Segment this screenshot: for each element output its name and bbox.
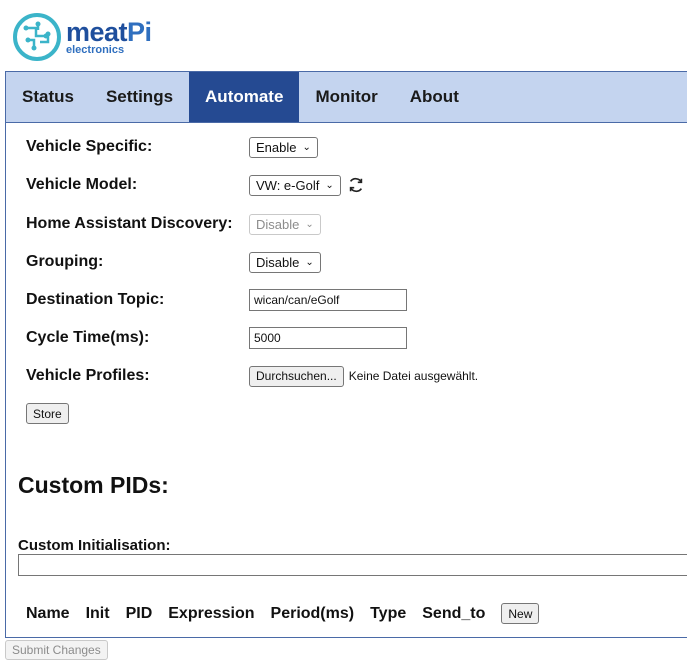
custom-init-label: Custom Initialisation: xyxy=(18,537,171,554)
column-expression: Expression xyxy=(168,604,255,622)
cycle-time-label: Cycle Time(ms): xyxy=(26,329,150,346)
tab-settings[interactable]: Settings xyxy=(90,72,189,122)
column-period: Period(ms) xyxy=(270,604,355,622)
destination-topic-label: Destination Topic: xyxy=(26,291,165,308)
vehicle-specific-select[interactable]: Enable ⌄ xyxy=(249,136,318,158)
vehicle-specific-label: Vehicle Specific: xyxy=(26,138,153,155)
tab-about[interactable]: About xyxy=(394,72,475,122)
chevron-down-icon: ⌄ xyxy=(325,179,334,191)
destination-topic-row: Destination Topic: wican/can/eGolf xyxy=(26,288,407,312)
tab-status[interactable]: Status xyxy=(6,72,90,122)
main-panel: Status Settings Automate Monitor About V… xyxy=(5,71,687,638)
vehicle-specific-row: Vehicle Specific: Enable ⌄ xyxy=(26,135,318,159)
grouping-row: Grouping: Disable ⌄ xyxy=(26,250,321,274)
vehicle-profiles-row: Vehicle Profiles: Durchsuchen... Keine D… xyxy=(26,364,478,388)
refresh-icon[interactable] xyxy=(347,176,365,194)
ha-discovery-label: Home Assistant Discovery: xyxy=(26,215,233,232)
submit-changes-button: Submit Changes xyxy=(5,640,108,660)
column-type: Type xyxy=(370,604,407,622)
circuit-logo-icon xyxy=(13,13,61,61)
meatpi-logo: meatPi electronics xyxy=(12,12,152,62)
logo-wordmark: meatPi electronics xyxy=(66,16,152,56)
chevron-down-icon: ⌄ xyxy=(305,218,314,230)
column-init: Init xyxy=(85,604,110,622)
vehicle-model-select[interactable]: VW: e-Golf ⌄ xyxy=(249,174,341,196)
pid-table-header: Name Init PID Expression Period(ms) Type… xyxy=(26,603,540,624)
cycle-time-input[interactable]: 5000 xyxy=(249,327,407,349)
tab-monitor[interactable]: Monitor xyxy=(299,72,393,122)
destination-topic-input[interactable]: wican/can/eGolf xyxy=(249,289,407,311)
chevron-down-icon: ⌄ xyxy=(302,141,311,153)
tab-automate[interactable]: Automate xyxy=(189,72,300,122)
store-button[interactable]: Store xyxy=(26,403,69,424)
chevron-down-icon: ⌄ xyxy=(305,256,314,268)
ha-discovery-select: Disable ⌄ xyxy=(249,213,321,235)
grouping-label: Grouping: xyxy=(26,253,104,270)
nav-bar: Status Settings Automate Monitor About xyxy=(6,72,687,123)
column-pid: PID xyxy=(125,604,153,622)
logo-brand: meatPi xyxy=(66,16,152,47)
column-name: Name xyxy=(26,604,70,622)
custom-init-input[interactable] xyxy=(18,554,687,576)
cycle-time-row: Cycle Time(ms): 5000 xyxy=(26,326,407,350)
browse-file-button[interactable]: Durchsuchen... xyxy=(249,365,344,387)
vehicle-model-label: Vehicle Model: xyxy=(26,176,138,193)
vehicle-model-row: Vehicle Model: VW: e-Golf ⌄ xyxy=(26,173,365,197)
grouping-select[interactable]: Disable ⌄ xyxy=(249,251,321,273)
vehicle-profiles-label: Vehicle Profiles: xyxy=(26,367,150,384)
column-send-to: Send_to xyxy=(422,604,486,622)
new-pid-button[interactable]: New xyxy=(501,603,540,624)
file-status-text: Keine Datei ausgewählt. xyxy=(348,369,479,383)
custom-pids-title: Custom PIDs: xyxy=(18,472,169,498)
ha-discovery-row: Home Assistant Discovery: Disable ⌄ xyxy=(26,212,321,236)
